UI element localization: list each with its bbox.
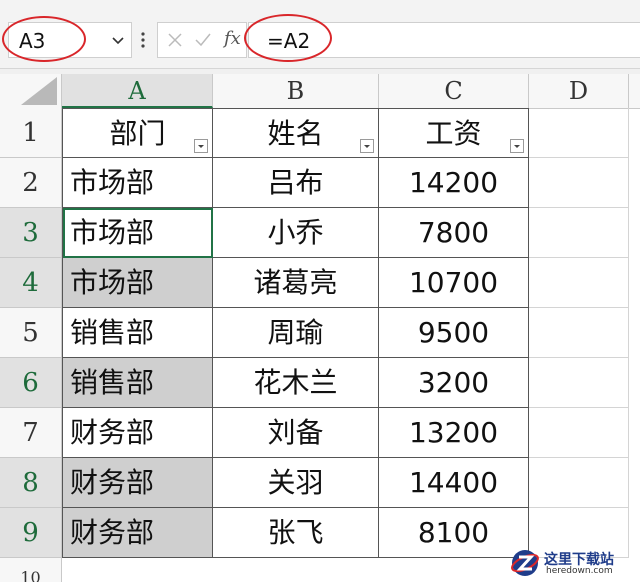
column-header-d[interactable]: D [529,74,629,108]
table-cell[interactable]: 8100 [379,508,529,558]
table-cell[interactable]: 销售部 [63,308,213,358]
column-header-a[interactable]: A [62,74,213,108]
fx-icon[interactable]: fx [224,28,241,49]
row-header-8[interactable]: 8 [0,458,62,508]
chevron-down-icon[interactable] [111,33,125,47]
column-header-b[interactable]: B [213,74,379,108]
table-cell[interactable]: 10700 [379,258,529,308]
empty-cell[interactable] [529,408,629,458]
table-cell[interactable]: 财务部 [63,408,213,458]
confirm-icon[interactable] [194,31,212,49]
cancel-icon[interactable] [166,31,184,49]
empty-cell[interactable] [529,458,629,508]
watermark: 这里下载站 heredown.com [510,548,636,580]
empty-cell[interactable] [529,308,629,358]
select-all-button[interactable] [0,74,62,108]
table-cell[interactable]: 花木兰 [213,358,379,408]
selected-cell[interactable]: 销售部 [63,358,213,408]
row-header-6[interactable]: 6 [0,358,62,408]
row-header-1[interactable]: 1 [0,108,62,158]
row-header-5[interactable]: 5 [0,308,62,358]
column-header-c[interactable]: C [379,74,529,108]
watermark-logo-icon [511,550,539,576]
watermark-url: heredown.com [546,566,613,576]
table-cell[interactable]: 周瑜 [213,308,379,358]
header-department-label: 部门 [109,117,166,150]
table-cell[interactable]: 13200 [379,408,529,458]
header-cell-salary[interactable]: 工资 [379,109,529,158]
row-header-10[interactable]: 10 [0,558,62,582]
row-header-2[interactable]: 2 [0,158,62,208]
select-all-icon [21,77,57,105]
row-header-4[interactable]: 4 [0,258,62,308]
table-cell[interactable]: 小乔 [213,208,379,258]
selected-cell[interactable]: 财务部 [63,508,213,558]
filter-dropdown-icon[interactable] [510,139,524,153]
formula-value: =A2 [267,29,311,53]
row-header-9[interactable]: 9 [0,508,62,558]
row-header-7[interactable]: 7 [0,408,62,458]
selected-cell[interactable]: 市场部 [63,258,213,308]
table-cell[interactable]: 市场部 [63,158,213,208]
column-header-row: A B C D [0,74,640,109]
empty-cell[interactable] [529,108,629,158]
name-box[interactable]: A3 [8,22,132,58]
table-cell[interactable]: 14200 [379,158,529,208]
table-cell[interactable]: 吕布 [213,158,379,208]
empty-cell[interactable] [529,258,629,308]
name-box-value: A3 [19,29,46,53]
table-cell[interactable]: 9500 [379,308,529,358]
formula-input[interactable]: =A2 [248,22,640,58]
more-vertical-icon[interactable] [141,30,145,50]
table-cell[interactable]: 3200 [379,358,529,408]
filter-dropdown-icon[interactable] [360,139,374,153]
header-salary-label: 工资 [425,117,482,150]
table-cell[interactable]: 张飞 [213,508,379,558]
active-cell[interactable]: 市场部 [63,208,213,258]
formula-actions: fx [157,22,247,58]
header-cell-department[interactable]: 部门 [63,109,213,158]
header-cell-name[interactable]: 姓名 [213,109,379,158]
filter-dropdown-icon[interactable] [194,139,208,153]
row-header-3[interactable]: 3 [0,208,62,258]
empty-cell[interactable] [529,158,629,208]
table-cell[interactable]: 诸葛亮 [213,258,379,308]
table-border [62,108,63,558]
table-cell[interactable]: 7800 [379,208,529,258]
table-border [62,108,529,109]
formula-bar: A3 fx =A2 [0,12,640,69]
table-cell[interactable]: 14400 [379,458,529,508]
header-name-label: 姓名 [267,117,324,150]
empty-cell[interactable] [529,358,629,408]
table-cell[interactable]: 刘备 [213,408,379,458]
empty-cell[interactable] [529,208,629,258]
selected-cell[interactable]: 财务部 [63,458,213,508]
table-cell[interactable]: 关羽 [213,458,379,508]
